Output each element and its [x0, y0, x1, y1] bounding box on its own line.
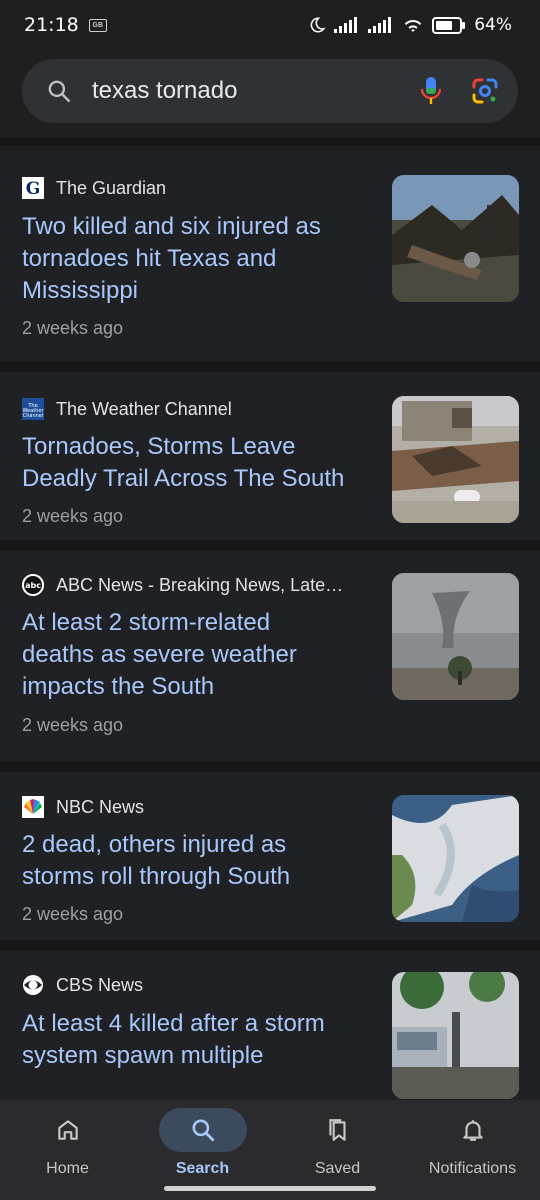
headline-line: deaths as severe weather	[22, 641, 297, 668]
weather-channel-logo-icon: The Weather Channel	[22, 398, 44, 420]
thumbnail[interactable]	[392, 795, 519, 922]
card-divider	[0, 362, 540, 372]
search-icon[interactable]	[46, 78, 72, 104]
results-list: G The Guardian Two killed and six injure…	[0, 150, 540, 1100]
nav-search-pill[interactable]	[158, 1108, 247, 1152]
status-bar: 21:18 GB 64%	[0, 0, 540, 50]
source-row: G The Guardian	[22, 177, 166, 199]
nav-label: Saved	[314, 1160, 361, 1177]
source-name: ABC News - Breaking News, Late…	[56, 574, 344, 595]
bottom-navigation: Home Search Saved Notifications	[0, 1100, 540, 1200]
headline-line: tornadoes hit Texas and	[22, 245, 277, 272]
timestamp: 2 weeks ago	[22, 506, 124, 526]
svg-text:Channel: Channel	[23, 413, 44, 419]
battery-percent: 64%	[474, 15, 512, 35]
headline[interactable]: 2 dead, others injured as storms roll th…	[22, 829, 372, 893]
gallery-badge-icon: GB	[88, 18, 107, 32]
timestamp: 2 weeks ago	[22, 318, 124, 338]
nav-label: Search	[175, 1160, 230, 1177]
nav-notifications[interactable]: Notifications	[405, 1100, 540, 1200]
source-name: The Weather Channel	[56, 398, 232, 419]
signal-icon-2	[368, 17, 392, 33]
headline-line: 2 dead, others injured as	[22, 831, 287, 858]
headline-line: system spawn multiple	[22, 1042, 264, 1069]
bell-icon	[462, 1120, 483, 1141]
microphone-icon[interactable]	[420, 76, 442, 106]
nav-label: Home	[46, 1160, 89, 1177]
headline[interactable]: At least 2 storm-related deaths as sever…	[22, 607, 372, 703]
thumbnail[interactable]	[392, 175, 519, 302]
card-divider	[0, 540, 540, 550]
nav-saved[interactable]: Saved	[270, 1100, 405, 1200]
headline-line: Deadly Trail Across The South	[22, 465, 345, 492]
search-input[interactable]: texas tornado	[92, 77, 420, 105]
news-card[interactable]: NBC News 2 dead, others injured as storm…	[0, 772, 540, 940]
home-indicator	[164, 1186, 376, 1191]
bookmarks-icon	[328, 1119, 346, 1141]
source-row: The Weather Channel The Weather Channel	[22, 398, 232, 420]
home-icon	[57, 1120, 78, 1140]
headline-line: storms roll through South	[22, 863, 291, 890]
source-row: CBS News	[22, 974, 143, 996]
wifi-icon	[404, 19, 422, 32]
signal-icon	[334, 17, 358, 33]
headline[interactable]: Tornadoes, Storms Leave Deadly Trail Acr…	[22, 431, 372, 495]
headline-line: Tornadoes, Storms Leave	[22, 433, 296, 460]
headline-line: At least 2 storm-related	[22, 609, 271, 636]
search-header: texas tornado	[0, 50, 540, 138]
svg-text:abc: abc	[25, 581, 41, 590]
search-icon	[191, 1119, 214, 1142]
source-name: The Guardian	[56, 177, 167, 198]
card-divider	[0, 762, 540, 772]
thumbnail[interactable]	[392, 573, 519, 700]
news-card[interactable]: G The Guardian Two killed and six injure…	[0, 150, 540, 362]
header-divider	[0, 138, 540, 146]
lens-camera-icon[interactable]	[470, 76, 500, 106]
thumbnail[interactable]	[392, 972, 519, 1099]
nav-notifications-pill[interactable]	[429, 1108, 517, 1152]
headline-line: At least 4 killed after a storm	[22, 1010, 325, 1037]
cbs-eye-logo-icon	[22, 974, 44, 996]
guardian-logo-icon: G	[22, 177, 44, 199]
source-name: CBS News	[56, 974, 144, 995]
headline-line: impacts the South	[22, 673, 215, 700]
moon-icon	[310, 17, 326, 33]
timestamp: 2 weeks ago	[22, 904, 124, 924]
news-card[interactable]: abc ABC News - Breaking News, Late… At l…	[0, 550, 540, 762]
headline[interactable]: Two killed and six injured as tornadoes …	[22, 211, 372, 307]
nav-home-pill[interactable]	[24, 1108, 112, 1152]
nav-search[interactable]: Search	[135, 1100, 270, 1200]
headline[interactable]: At least 4 killed after a storm system s…	[22, 1008, 372, 1072]
status-time: 21:18	[24, 14, 79, 36]
svg-text:G: G	[26, 179, 41, 199]
nav-label: Notifications	[428, 1160, 517, 1177]
headline-line: Mississippi	[22, 277, 139, 304]
nbc-peacock-logo-icon	[22, 796, 44, 818]
source-row: NBC News	[22, 796, 144, 818]
source-row: abc ABC News - Breaking News, Late…	[22, 574, 343, 596]
thumbnail[interactable]	[392, 396, 519, 523]
battery-icon	[432, 16, 466, 34]
nav-home[interactable]: Home	[0, 1100, 135, 1200]
news-card[interactable]: CBS News At least 4 killed after a storm…	[0, 950, 540, 1100]
source-name: NBC News	[56, 796, 145, 817]
news-card[interactable]: The Weather Channel The Weather Channel To…	[0, 372, 540, 540]
abc-logo-icon: abc	[22, 574, 44, 596]
timestamp: 2 weeks ago	[22, 715, 124, 735]
nav-saved-pill[interactable]	[294, 1108, 382, 1152]
search-bar[interactable]: texas tornado	[22, 59, 518, 123]
card-divider	[0, 940, 540, 950]
headline-line: Two killed and six injured as	[22, 213, 321, 240]
